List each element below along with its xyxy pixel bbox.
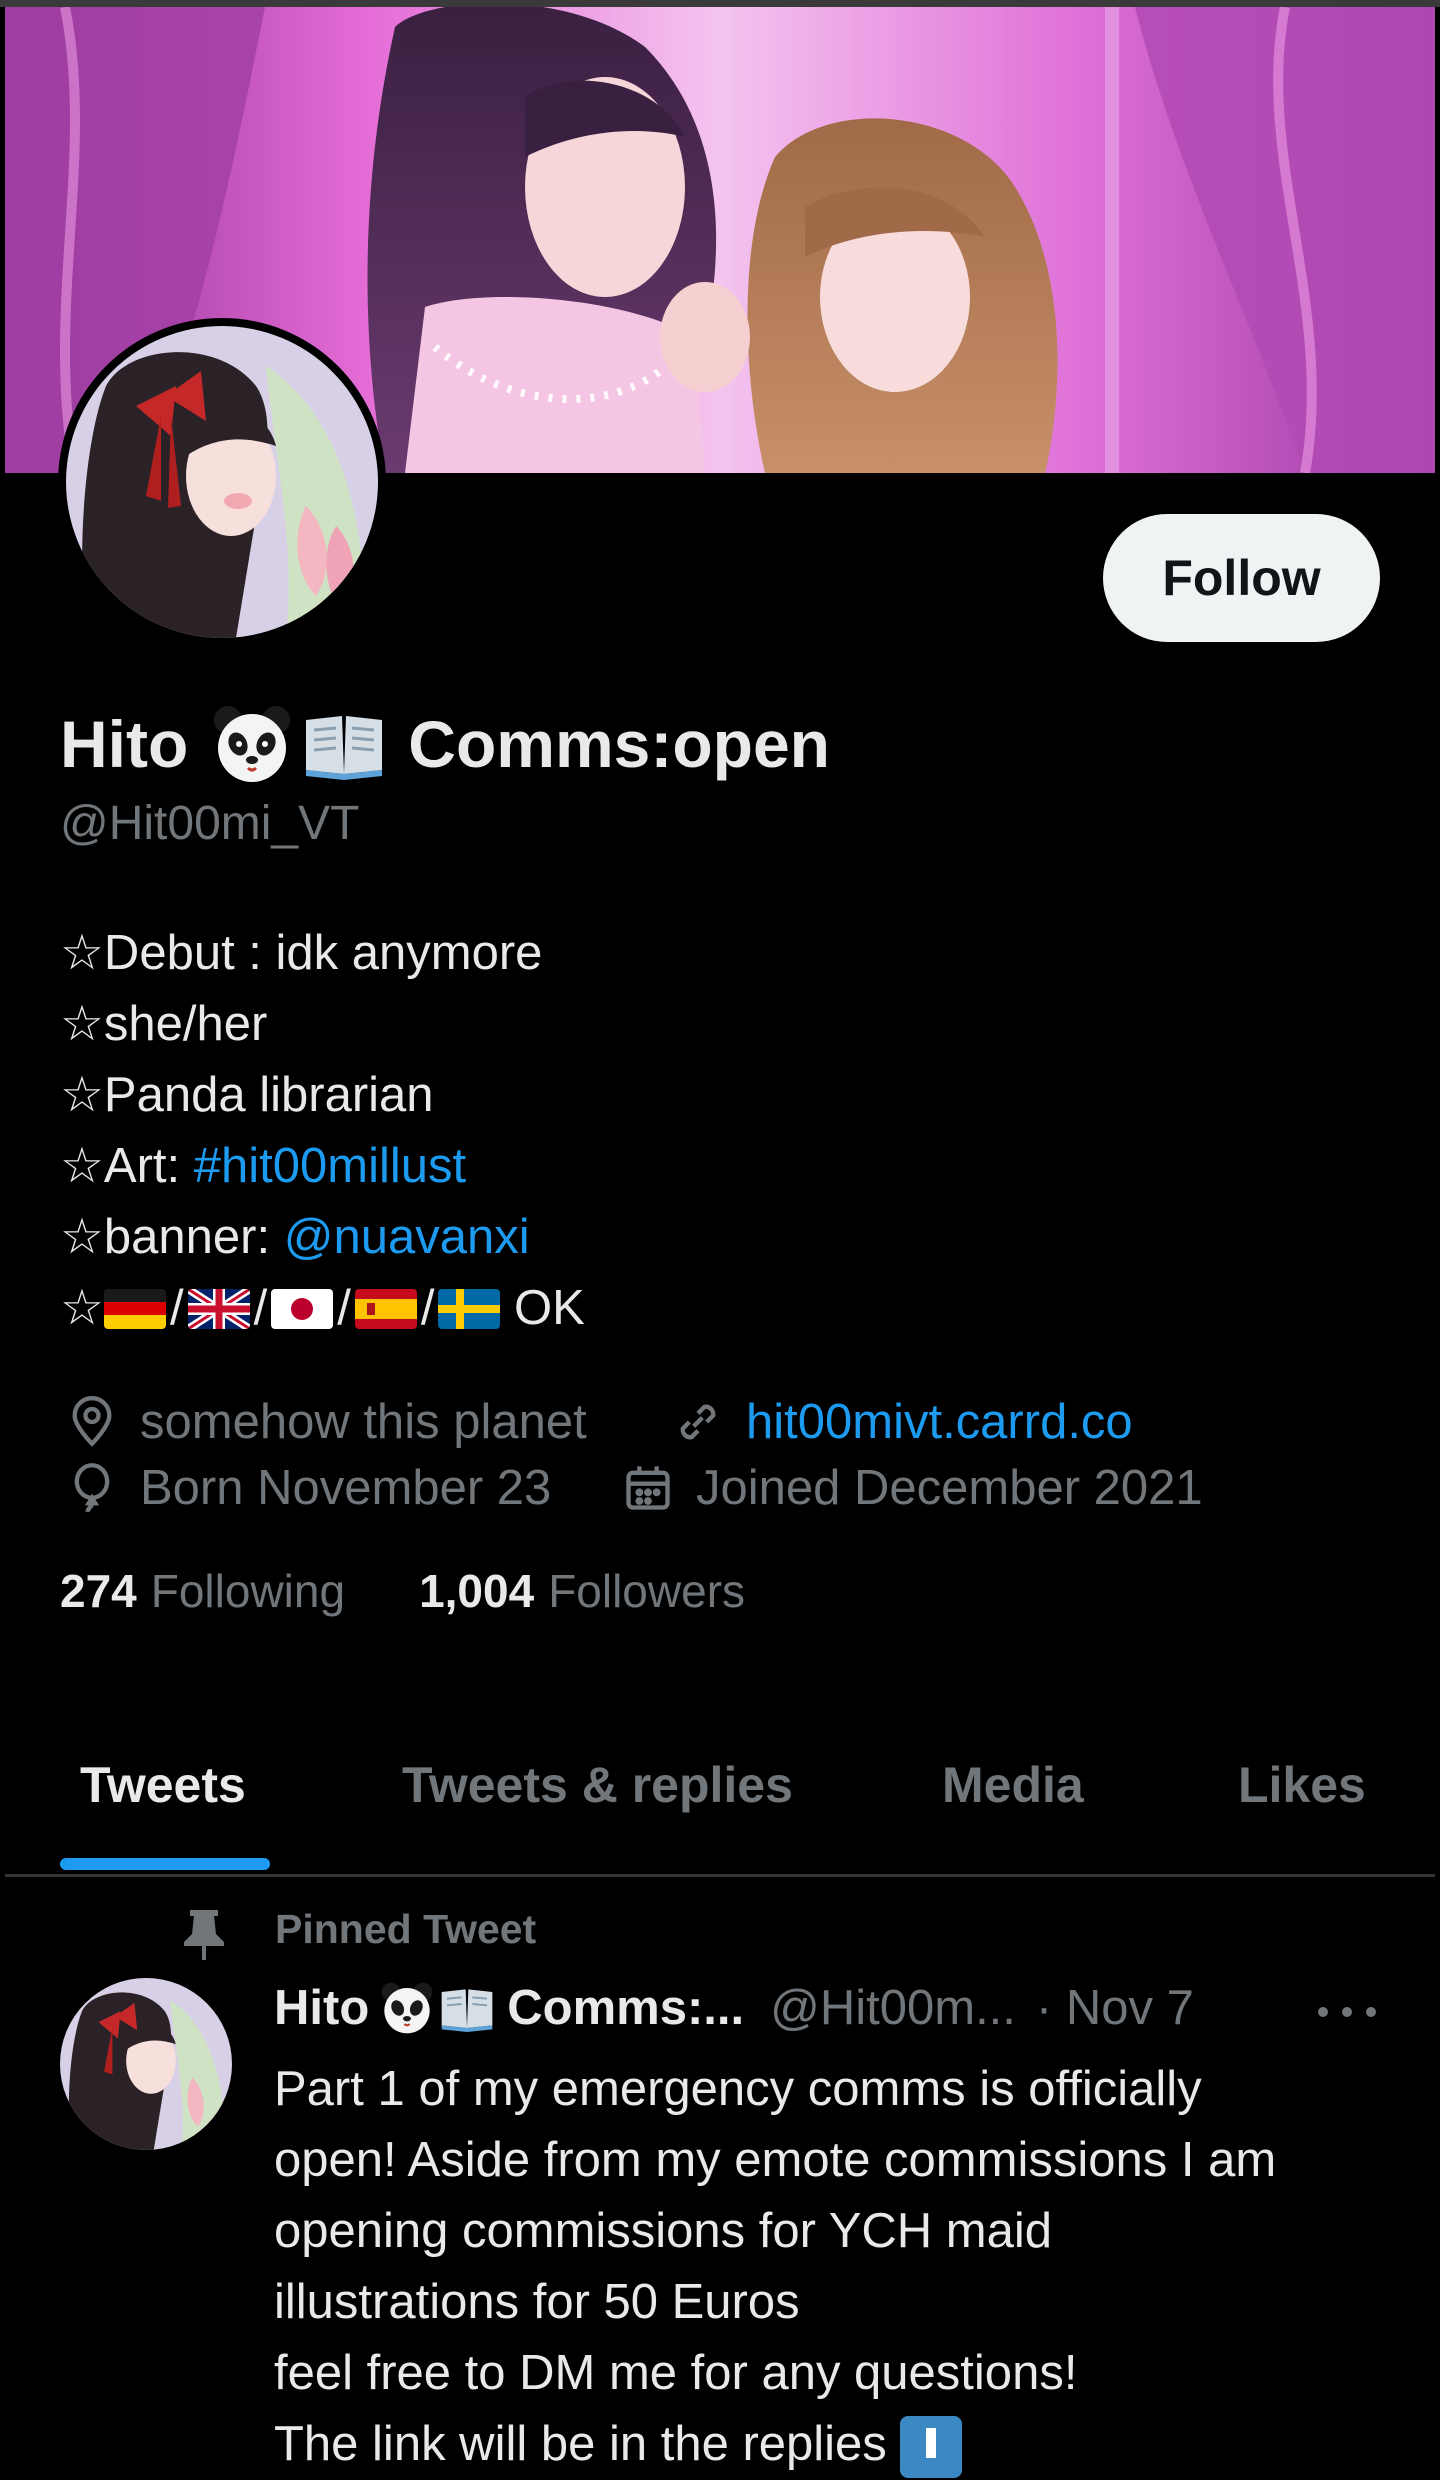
tweet-body: Part 1 of my emergency comms is official… — [274, 2054, 1424, 2480]
germany-flag-icon — [103, 1288, 166, 1329]
japan-flag-icon — [271, 1288, 334, 1329]
tabs-divider — [5, 1874, 1435, 1877]
flag-separator: / — [169, 1281, 184, 1335]
following-count: 274 — [60, 1565, 137, 1617]
tweet-header: Hito Comms:... @Hit00m... · Nov 7 — [274, 1980, 1194, 2036]
flag-separator: / — [253, 1281, 268, 1335]
uk-flag-icon — [187, 1288, 250, 1329]
tab-media[interactable]: Media — [942, 1756, 1084, 1814]
profile-handle: @Hit00mi_VT — [60, 797, 360, 850]
profile-location: somehow this planet — [66, 1394, 587, 1450]
bio-banner-label: ☆banner: — [60, 1210, 284, 1264]
sweden-flag-icon — [438, 1288, 501, 1329]
joined-text: Joined December 2021 — [696, 1461, 1203, 1515]
calendar-icon — [626, 1466, 670, 1510]
tweet-author-name[interactable]: Hito — [274, 1980, 369, 2036]
bio-line-art: ☆Art: #hit00millust — [60, 1131, 585, 1202]
more-dot — [1342, 2007, 1352, 2017]
more-dot — [1318, 2007, 1328, 2017]
bio-line-languages: ☆ / / / / OK — [60, 1273, 585, 1344]
following-stat[interactable]: 274 Following — [60, 1564, 345, 1618]
flag-separator: / — [420, 1281, 435, 1335]
hashtag-link[interactable]: #hit00millust — [194, 1131, 466, 1202]
profile-bio: ☆Debut : idk anymore ☆she/her ☆Panda lib… — [60, 918, 585, 1344]
tweet-text: Part 1 of my emergency comms is official… — [274, 2062, 1277, 2471]
active-tab-indicator — [60, 1858, 270, 1870]
panda-emoji — [379, 1980, 435, 2036]
followers-label: Followers — [548, 1565, 746, 1617]
display-name-suffix: Comms:open — [408, 707, 830, 781]
pin-icon — [184, 1910, 224, 1960]
following-label: Following — [150, 1565, 346, 1617]
bio-line-banner: ☆banner: @nuavanxi — [60, 1202, 585, 1273]
display-name: Hito Comms:open — [60, 702, 830, 786]
link-icon — [680, 1404, 716, 1440]
profile-stats: 274 Following 1,004 Followers — [60, 1564, 745, 1618]
profile-tabs: Tweets Tweets & replies Media Likes — [0, 1720, 1440, 1877]
star-glyph: ☆ — [60, 1281, 104, 1335]
down-arrow-emoji — [900, 2416, 963, 2479]
panda-emoji — [210, 702, 294, 786]
status-strip — [0, 0, 1440, 7]
bio-line-pronouns: ☆she/her — [60, 997, 268, 1051]
display-name-prefix: Hito — [60, 707, 189, 781]
spain-flag-icon — [354, 1288, 417, 1329]
more-dot — [1366, 2007, 1376, 2017]
location-icon — [72, 1396, 112, 1447]
tweet-avatar[interactable] — [60, 1978, 232, 2150]
follow-button[interactable]: Follow — [1103, 514, 1380, 642]
tweet-author-handle[interactable]: @Hit00m... — [770, 1980, 1016, 2036]
bio-ok-text: OK — [500, 1281, 585, 1335]
flag-separator: / — [337, 1281, 351, 1335]
profile-avatar[interactable] — [58, 318, 386, 646]
pinned-label: Pinned Tweet — [275, 1906, 537, 1952]
bio-line-debut: ☆Debut : idk anymore — [60, 926, 543, 980]
followers-count: 1,004 — [419, 1565, 535, 1617]
tab-likes[interactable]: Likes — [1238, 1756, 1366, 1814]
tab-tweets[interactable]: Tweets — [80, 1756, 246, 1814]
bio-art-label: ☆Art: — [60, 1139, 194, 1193]
more-icon[interactable] — [1318, 1988, 1376, 2036]
profile-joined: Joined December 2021 — [622, 1460, 1203, 1516]
location-text: somehow this planet — [140, 1395, 587, 1449]
tweet-author-name-suffix[interactable]: Comms:... — [507, 1980, 744, 2036]
book-emoji — [439, 1980, 495, 2036]
bio-line-role: ☆Panda librarian — [60, 1068, 434, 1122]
balloon-icon — [74, 1463, 110, 1513]
mention-link[interactable]: @nuavanxi — [284, 1202, 530, 1273]
website-link[interactable]: hit00mivt.carrd.co — [746, 1394, 1133, 1450]
book-emoji — [302, 702, 386, 786]
followers-stat[interactable]: 1,004 Followers — [419, 1564, 745, 1618]
tweet-date[interactable]: · Nov 7 — [1036, 1980, 1194, 2036]
birthday-text: Born November 23 — [140, 1461, 552, 1515]
profile-birthday: Born November 23 — [66, 1460, 551, 1516]
tab-tweets-replies[interactable]: Tweets & replies — [402, 1756, 793, 1814]
profile-website[interactable]: hit00mivt.carrd.co — [672, 1394, 1133, 1450]
